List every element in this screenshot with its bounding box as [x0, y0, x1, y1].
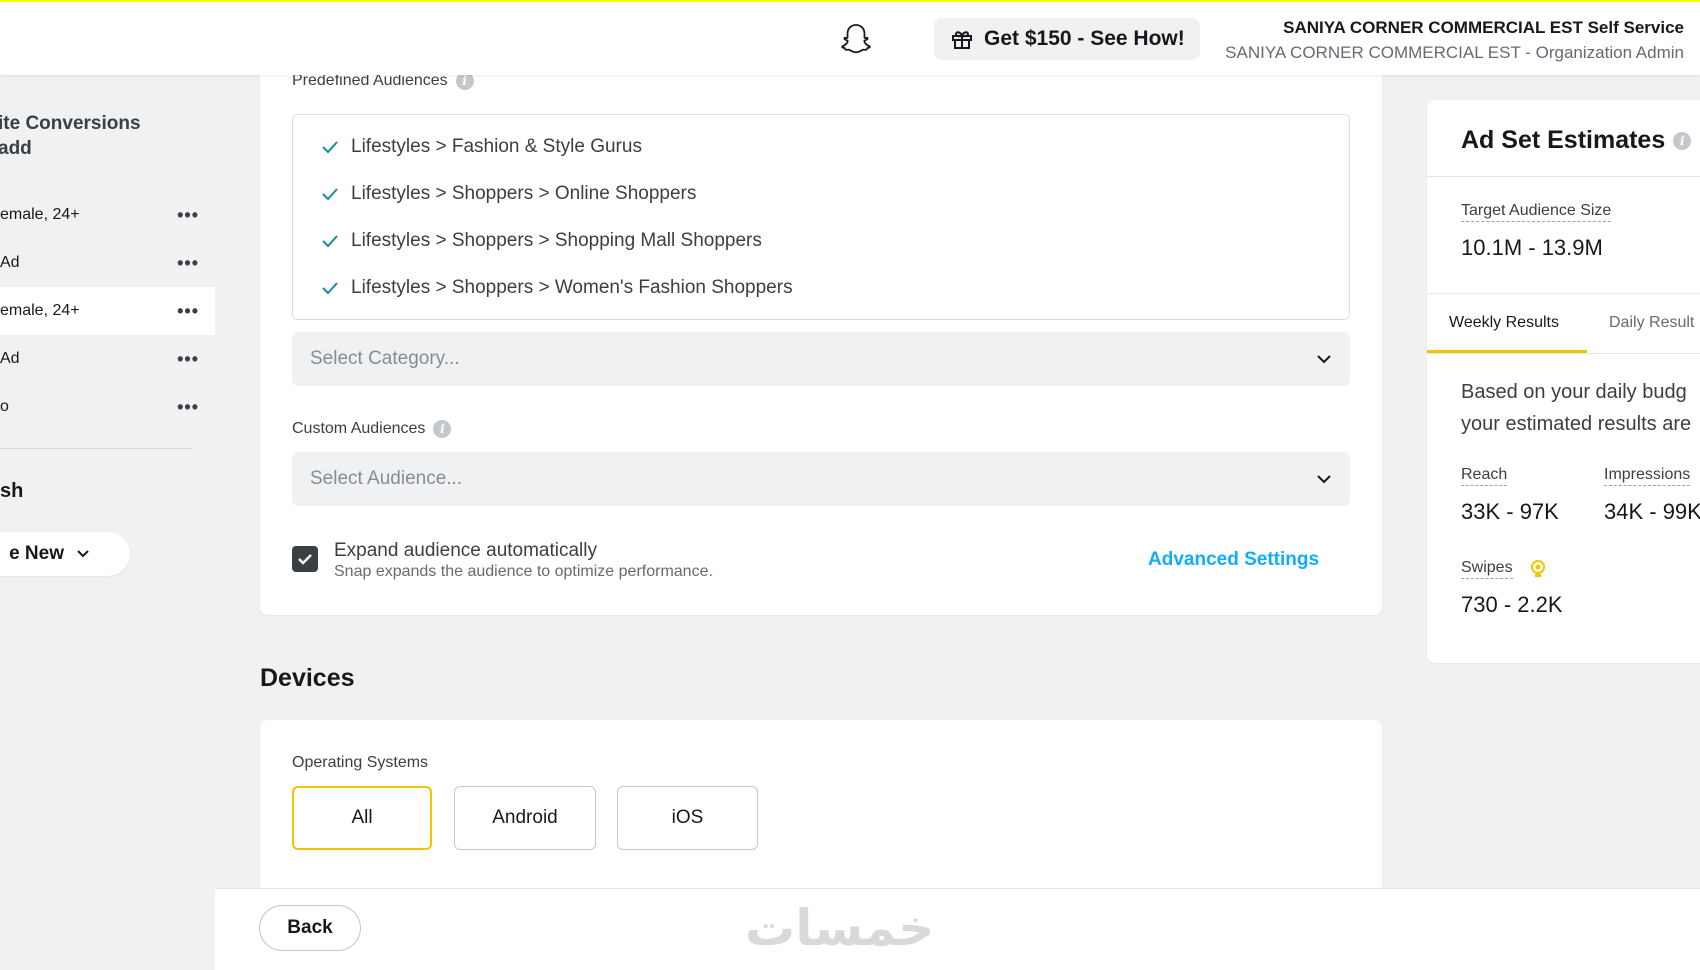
lightbulb-icon[interactable]: [1529, 559, 1547, 579]
check-icon: [322, 141, 338, 154]
check-icon: [322, 282, 338, 295]
selected-audience-item[interactable]: Lifestyles > Shoppers > Women's Fashion …: [321, 276, 793, 300]
selected-audience-item[interactable]: Lifestyles > Shoppers > Shopping Mall Sh…: [321, 229, 762, 253]
ad-set-estimates-panel: Ad Set Estimates i Target Audience Size …: [1427, 100, 1700, 663]
os-option-ios[interactable]: iOS: [617, 786, 758, 850]
org-subtitle: SANIYA CORNER COMMERCIAL EST - Organizat…: [1225, 43, 1684, 62]
chevron-down-icon: [1317, 475, 1331, 484]
divider: [1427, 176, 1700, 177]
estimates-description: Based on your daily budg your estimated …: [1461, 381, 1692, 435]
more-options-icon[interactable]: •••: [177, 301, 199, 322]
sidebar-divider: [0, 448, 193, 449]
sidebar-item-ad-2[interactable]: Ad •••: [0, 335, 215, 383]
select-audience-dropdown[interactable]: Select Audience...: [292, 452, 1350, 506]
expand-audience-title: Expand audience automatically: [334, 540, 598, 561]
more-options-icon[interactable]: •••: [177, 205, 199, 226]
sidebar-item-adset-2[interactable]: emale, 24+ •••: [0, 287, 215, 335]
chevron-down-icon: [77, 550, 89, 558]
swipes-label[interactable]: Swipes: [1461, 559, 1513, 579]
sidebar-item-ad-1[interactable]: Ad •••: [0, 239, 215, 287]
bottom-action-bar: Back خمسات: [215, 888, 1700, 970]
audience-card: Predefined Audiences i Lifestyles > Fash…: [260, 60, 1382, 615]
os-option-android[interactable]: Android: [454, 786, 596, 850]
target-audience-size-value: 10.1M - 13.9M: [1461, 235, 1603, 260]
back-button[interactable]: Back: [259, 905, 361, 951]
campaign-title: ite Conversions add: [0, 113, 141, 159]
expand-audience-checkbox[interactable]: [292, 546, 318, 572]
check-icon: [298, 554, 312, 565]
more-options-icon[interactable]: •••: [177, 253, 199, 274]
promo-label: Get $150 - See How!: [984, 27, 1185, 50]
operating-systems-label: Operating Systems: [292, 754, 429, 771]
devices-section-title: Devices: [260, 664, 355, 692]
sidebar-item-ad-3[interactable]: o •••: [0, 383, 215, 431]
watermark: خمسات: [745, 899, 935, 957]
os-option-all[interactable]: All: [292, 786, 432, 850]
create-new-button[interactable]: e New: [0, 532, 130, 576]
divider: [1427, 353, 1700, 354]
check-icon: [322, 235, 338, 248]
info-icon[interactable]: i: [433, 420, 452, 438]
info-icon[interactable]: i: [1673, 131, 1692, 150]
divider: [1427, 293, 1700, 294]
top-bar: Get $150 - See How! SANIYA CORNER COMMER…: [0, 0, 1700, 75]
custom-audiences-label: Custom Audiences i: [292, 420, 452, 438]
chevron-down-icon: [1317, 355, 1331, 364]
reach-value: 33K - 97K: [1461, 499, 1559, 524]
promo-button[interactable]: Get $150 - See How!: [934, 18, 1200, 60]
gift-icon: [952, 31, 972, 49]
more-options-icon[interactable]: •••: [177, 349, 199, 370]
check-icon: [322, 188, 338, 201]
advanced-settings-link[interactable]: Advanced Settings: [1148, 549, 1319, 571]
selected-audience-item[interactable]: Lifestyles > Fashion & Style Gurus: [321, 135, 642, 159]
expand-audience-subtitle: Snap expands the audience to optimize pe…: [334, 563, 713, 580]
more-options-icon[interactable]: •••: [177, 397, 199, 418]
reach-label[interactable]: Reach: [1461, 466, 1508, 486]
select-category-dropdown[interactable]: Select Category...: [292, 332, 1350, 386]
sidebar: ite Conversions add emale, 24+ ••• Ad ••…: [0, 75, 215, 970]
selected-audiences-box: Lifestyles > Fashion & Style Gurus Lifes…: [292, 114, 1350, 320]
selected-audience-item[interactable]: Lifestyles > Shoppers > Online Shoppers: [321, 182, 696, 206]
impressions-value: 34K - 99K: [1604, 499, 1700, 524]
estimates-title: Ad Set Estimates i: [1461, 126, 1692, 155]
tab-daily-results[interactable]: Daily Result: [1609, 314, 1694, 332]
target-audience-size-label[interactable]: Target Audience Size: [1461, 202, 1612, 222]
sidebar-section-text[interactable]: sh: [0, 480, 23, 503]
swipes-value: 730 - 2.2K: [1461, 592, 1563, 617]
tab-weekly-results[interactable]: Weekly Results: [1449, 314, 1559, 332]
snapchat-ghost-icon[interactable]: [838, 22, 874, 58]
org-title[interactable]: SANIYA CORNER COMMERCIAL EST Self Servic…: [1283, 18, 1684, 38]
sidebar-item-adset-1[interactable]: emale, 24+ •••: [0, 191, 215, 239]
impressions-label[interactable]: Impressions: [1604, 466, 1691, 486]
